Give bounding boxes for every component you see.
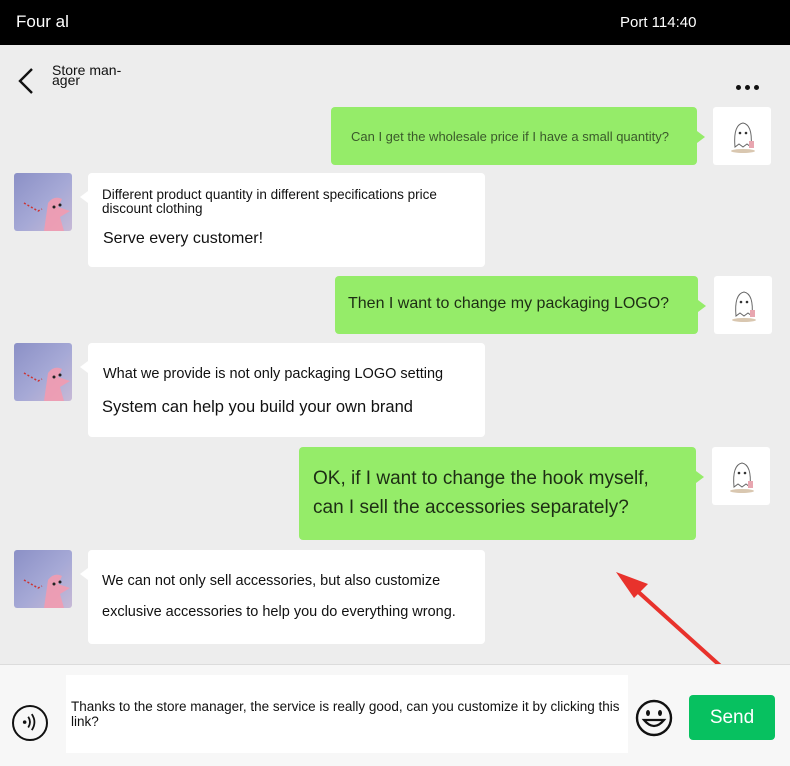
store-avatar[interactable] — [14, 343, 72, 401]
message-text: can I sell the accessories separately? — [313, 497, 629, 518]
composer-bar: Thanks to the store manager, the service… — [0, 664, 790, 766]
message-bubble-received: Different product quantity in different … — [80, 173, 485, 267]
chat-title: Store man-ager — [52, 62, 122, 88]
send-button[interactable]: Send — [689, 695, 775, 740]
ghost-icon — [730, 462, 754, 493]
message-bubble-sent: OK, if I want to change the hook myself,… — [299, 447, 704, 540]
voice-icon[interactable] — [12, 705, 48, 741]
message-text: System can help you build your own brand — [102, 398, 413, 416]
ghost-icon — [731, 122, 755, 153]
store-avatar[interactable] — [14, 173, 72, 231]
starfish-icon — [23, 574, 70, 608]
starfish-icon — [23, 197, 70, 231]
status-time: Port 114:40 — [620, 14, 697, 31]
message-text: We can not only sell accessories, but al… — [102, 573, 441, 589]
message-text: Then I want to change my packaging LOGO? — [348, 295, 670, 312]
message-text: exclusive accessories to help you do eve… — [102, 604, 456, 620]
store-avatar[interactable] — [14, 550, 72, 608]
message-text: Serve every customer! — [103, 230, 264, 247]
emoji-icon[interactable] — [634, 698, 674, 738]
status-bar: Four al Port 114:40 — [0, 0, 790, 45]
more-icon[interactable] — [736, 77, 763, 95]
message-input[interactable]: Thanks to the store manager, the service… — [66, 675, 628, 753]
message-text: Different product quantity in different … — [102, 187, 437, 216]
chevron-left-icon[interactable] — [16, 67, 36, 95]
starfish-icon — [23, 367, 70, 401]
message-bubble-received: What we provide is not only packaging LO… — [80, 343, 485, 437]
my-avatar[interactable] — [712, 447, 770, 505]
my-avatar[interactable] — [713, 107, 771, 165]
ghost-icon — [732, 291, 756, 322]
my-avatar[interactable] — [714, 276, 772, 334]
chat-header: Store man-ager — [0, 45, 790, 107]
message-text: What we provide is not only packaging LO… — [103, 366, 444, 382]
message-bubble-received: We can not only sell accessories, but al… — [80, 550, 485, 644]
message-text: OK, if I want to change the hook myself, — [313, 468, 649, 489]
carrier-label: Four al — [16, 12, 69, 31]
message-bubble-sent: Then I want to change my packaging LOGO? — [335, 276, 706, 334]
message-text: Can I get the wholesale price if I have … — [351, 129, 669, 144]
message-bubble-sent: Can I get the wholesale price if I have … — [331, 107, 705, 165]
